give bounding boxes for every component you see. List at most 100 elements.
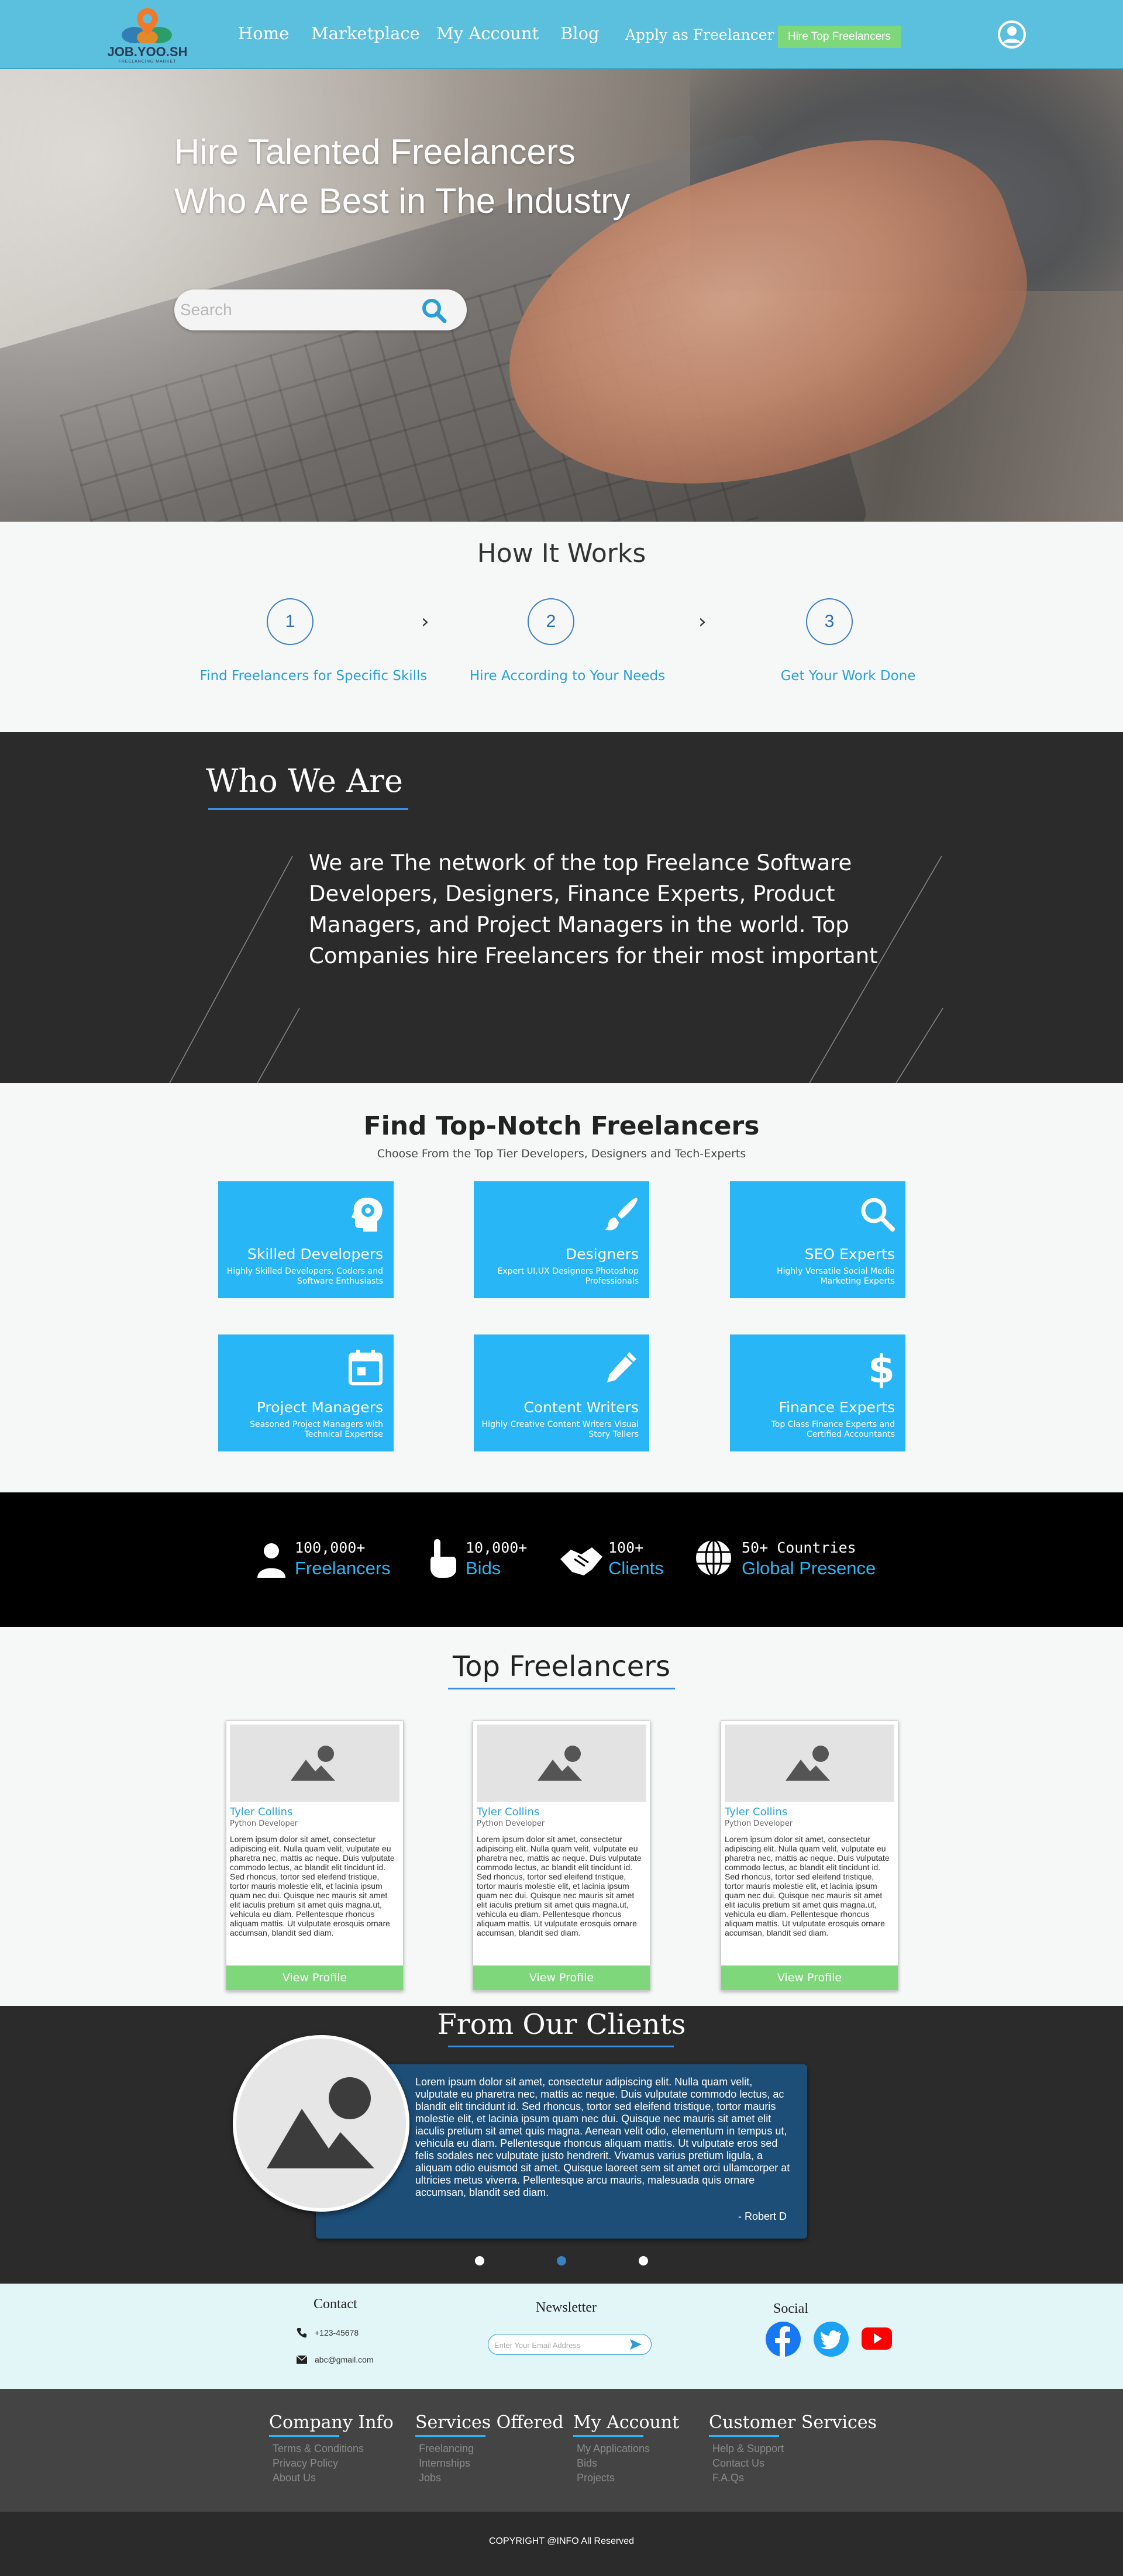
category-card-skilled-developers[interactable]: Skilled Developers Highly Skilled Develo…: [218, 1181, 394, 1298]
image-placeholder-icon: [786, 1746, 830, 1781]
logo-text: JOB.YOO.SH: [107, 44, 188, 59]
footer-link[interactable]: Projects: [577, 2471, 679, 2485]
facebook-icon[interactable]: [765, 2321, 801, 2357]
top-freelancers-section: Top Freelancers Tyler Collins Python Dev…: [0, 1627, 1123, 2006]
footer-link[interactable]: Jobs: [419, 2471, 564, 2485]
nav-marketplace[interactable]: Marketplace: [311, 23, 420, 43]
search-icon: [861, 1198, 895, 1232]
card-description: Highly Skilled Developers, Coders and So…: [226, 1267, 383, 1286]
view-profile-button[interactable]: View Profile: [473, 1965, 650, 1990]
footer-link[interactable]: F.A.Qs: [712, 2471, 877, 2485]
freelancer-role: Python Developer: [725, 1819, 793, 1828]
profile-image-placeholder: [477, 1725, 646, 1802]
card-title: Finance Experts: [778, 1399, 895, 1416]
contact-email[interactable]: abc@gmail.com: [315, 2355, 374, 2364]
profile-image-placeholder: [725, 1725, 894, 1802]
stat-number: 50+ Countries: [742, 1539, 856, 1556]
view-profile-button[interactable]: View Profile: [226, 1965, 403, 1990]
stat-number: 10,000+: [466, 1539, 528, 1556]
newsletter-email-input[interactable]: [494, 2339, 623, 2351]
category-card-designers[interactable]: Designers Expert UI,UX Designers Photosh…: [474, 1181, 649, 1298]
testimonial-title: From Our Clients: [437, 2008, 686, 2041]
youtube-icon[interactable]: [861, 2327, 893, 2350]
hero-search-input[interactable]: [180, 298, 414, 322]
nav-my-account[interactable]: My Account: [436, 23, 539, 43]
carousel-dot-1[interactable]: [475, 2256, 484, 2265]
view-profile-button[interactable]: View Profile: [721, 1965, 898, 1990]
footer-link[interactable]: Bids: [577, 2456, 679, 2471]
nav-home[interactable]: Home: [238, 23, 289, 43]
copyright-text: COPYRIGHT @INFO All Reserved: [489, 2536, 634, 2546]
footer-title-underline: [709, 2435, 779, 2437]
step-2-label: Hire According to Your Needs: [469, 668, 666, 684]
step-3-label: Get Your Work Done: [780, 668, 916, 684]
footer-link[interactable]: Help & Support: [712, 2441, 877, 2456]
nav-apply-freelancer[interactable]: Apply as Freelancer: [625, 26, 774, 43]
user-circle-icon[interactable]: [997, 20, 1026, 49]
footer-column-services: Services Offered Freelancing Internships…: [415, 2412, 564, 2485]
category-card-seo-experts[interactable]: SEO Experts Highly Versatile Social Medi…: [730, 1181, 905, 1298]
card-title: Skilled Developers: [247, 1246, 383, 1263]
stat-label: Bids: [466, 1558, 501, 1578]
nav-blog[interactable]: Blog: [560, 23, 600, 43]
footer-link[interactable]: Contact Us: [712, 2456, 877, 2471]
category-card-content-writers[interactable]: Content Writers Highly Creative Content …: [474, 1334, 649, 1451]
freelancer-bio: Lorem ipsum dolor sit amet, consectetur …: [725, 1834, 890, 1937]
image-placeholder-icon: [267, 2077, 374, 2168]
find-subtitle: Choose From the Top Tier Developers, Des…: [377, 1147, 746, 1160]
hero-search-bar: [174, 289, 467, 330]
category-card-project-managers[interactable]: Project Managers Seasoned Project Manage…: [218, 1334, 394, 1451]
step-1-circle: 1: [267, 598, 314, 645]
freelancer-role: Python Developer: [230, 1819, 298, 1828]
contact-title: Contact: [314, 2296, 357, 2312]
freelancer-name[interactable]: Tyler Collins: [230, 1806, 292, 1818]
stat-label: Clients: [608, 1558, 664, 1578]
footer-link[interactable]: Terms & Conditions: [273, 2441, 394, 2456]
footer-link[interactable]: Privacy Policy: [273, 2456, 394, 2471]
category-card-finance-experts[interactable]: $ Finance Experts Top Class Finance Expe…: [730, 1334, 905, 1451]
footer-column-account: My Account My Applications Bids Projects: [573, 2412, 679, 2485]
chevron-right-icon: ›: [421, 610, 429, 633]
title-underline: [448, 1688, 675, 1689]
pencil-icon: [607, 1352, 636, 1382]
footer-column-title: My Account: [573, 2412, 680, 2433]
footer-link[interactable]: My Applications: [577, 2441, 679, 2456]
send-icon[interactable]: [629, 2338, 643, 2351]
hire-top-freelancers-button[interactable]: Hire Top Freelancers: [778, 26, 901, 48]
title-underline: [448, 2046, 674, 2047]
card-title: Content Writers: [523, 1399, 639, 1416]
card-title: Project Managers: [256, 1399, 383, 1416]
brain-gear-icon: [352, 1198, 383, 1232]
person-icon: [257, 1543, 285, 1578]
carousel-dot-2[interactable]: [557, 2256, 566, 2265]
phone-icon: [297, 2328, 306, 2338]
client-avatar: [233, 2035, 409, 2212]
contact-phone[interactable]: +123-45678: [315, 2328, 359, 2337]
freelancer-name[interactable]: Tyler Collins: [477, 1806, 539, 1818]
carousel-dot-3[interactable]: [639, 2256, 648, 2265]
freelancer-role: Python Developer: [477, 1819, 545, 1828]
search-icon[interactable]: [420, 296, 448, 325]
social-title: Social: [773, 2301, 808, 2316]
footer-column-title: Company Info: [269, 2412, 394, 2433]
who-we-are-title: Who We Are: [206, 763, 403, 799]
logo[interactable]: JOB.YOO.SH FREELANCING MARKET: [106, 7, 188, 65]
newsletter-title: Newsletter: [536, 2300, 597, 2315]
footer-link[interactable]: Internships: [419, 2456, 564, 2471]
step-3-circle: 3: [806, 598, 853, 645]
footer-link[interactable]: About Us: [273, 2471, 394, 2485]
how-it-works-section: How It Works 1 › 2 › 3 Find Freelancers …: [0, 522, 1123, 732]
card-description: Seasoned Project Managers with Technical…: [250, 1420, 383, 1439]
svg-text:$: $: [868, 1349, 895, 1388]
card-description: Highly Creative Content Writers Visual S…: [481, 1420, 639, 1439]
profile-image-placeholder: [230, 1725, 399, 1802]
twitter-icon[interactable]: [813, 2321, 849, 2357]
freelancer-name[interactable]: Tyler Collins: [725, 1806, 787, 1818]
how-it-works-title: How It Works: [477, 539, 646, 568]
who-we-are-section: Who We Are We are The network of the top…: [0, 732, 1123, 1083]
copyright-bar: COPYRIGHT @INFO All Reserved: [0, 2512, 1123, 2576]
footer-link[interactable]: Freelancing: [419, 2441, 564, 2456]
footer-title-underline: [269, 2435, 339, 2437]
stat-label: Freelancers: [295, 1558, 391, 1578]
freelancer-card: Tyler Collins Python Developer Lorem ips…: [721, 1720, 898, 1991]
